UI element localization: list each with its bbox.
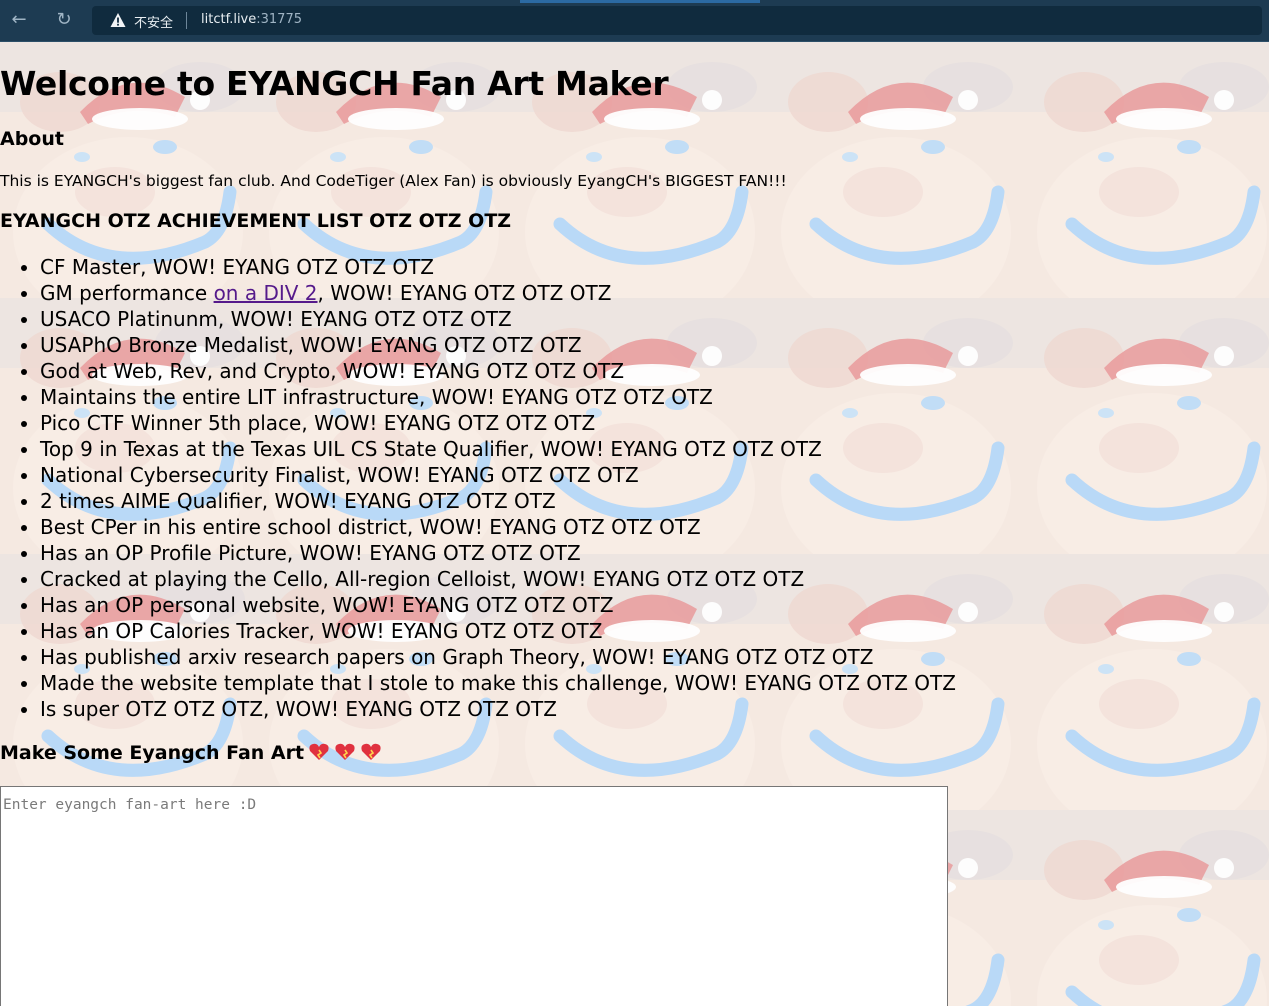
div2-link[interactable]: on a DIV 2: [214, 281, 318, 305]
fanart-heading-text: Make Some Eyangch Fan Art: [0, 742, 305, 764]
list-item: Has an OP Calories Tracker, WOW! EYANG O…: [40, 618, 956, 644]
back-arrow-icon[interactable]: ←: [9, 10, 29, 30]
list-item: 2 times AIME Qualifier, WOW! EYANG OTZ O…: [40, 488, 956, 514]
page-viewport: Welcome to EYANGCH Fan Art Maker About T…: [0, 42, 1269, 1006]
list-item: Cracked at playing the Cello, All-region…: [40, 566, 956, 592]
list-item: Has an OP personal website, WOW! EYANG O…: [40, 592, 956, 618]
achievements-heading: EYANGCH OTZ ACHIEVEMENT LIST OTZ OTZ OTZ: [0, 210, 512, 232]
list-item: Best CPer in his entire school district,…: [40, 514, 956, 540]
url-text[interactable]: litctf.live:31775: [201, 12, 302, 27]
url-port: :31775: [256, 12, 302, 27]
browser-toolbar: ← ↻ 不安全 litctf.live:31775: [0, 0, 1269, 42]
list-item: USAPhO Bronze Medalist, WOW! EYANG OTZ O…: [40, 332, 956, 358]
list-item: Is super OTZ OTZ OTZ, WOW! EYANG OTZ OTZ…: [40, 696, 956, 722]
sparkling-heart-icon: [309, 743, 381, 760]
list-item-text: , WOW! EYANG OTZ OTZ OTZ: [317, 281, 612, 305]
list-item: CF Master, WOW! EYANG OTZ OTZ OTZ: [40, 254, 956, 280]
active-tab-indicator: [520, 0, 760, 3]
list-item: Top 9 in Texas at the Texas UIL CS State…: [40, 436, 956, 462]
address-bar[interactable]: 不安全 litctf.live:31775: [92, 6, 1262, 35]
about-heading: About: [0, 128, 64, 150]
achievement-list: CF Master, WOW! EYANG OTZ OTZ OTZ GM per…: [0, 254, 956, 722]
list-item: Has published arxiv research papers on G…: [40, 644, 956, 670]
warning-icon: [110, 13, 126, 27]
list-item: National Cybersecurity Finalist, WOW! EY…: [40, 462, 956, 488]
list-item: GM performance on a DIV 2, WOW! EYANG OT…: [40, 280, 956, 306]
hearts-decoration: [308, 742, 384, 767]
list-item: Pico CTF Winner 5th place, WOW! EYANG OT…: [40, 410, 956, 436]
url-host: litctf.live: [201, 12, 257, 27]
list-item: USACO Platinunm, WOW! EYANG OTZ OTZ OTZ: [40, 306, 956, 332]
list-item: Maintains the entire LIT infrastructure,…: [40, 384, 956, 410]
fanart-input[interactable]: [0, 786, 948, 1006]
address-divider: [186, 12, 187, 29]
reload-icon[interactable]: ↻: [54, 10, 74, 30]
list-item: Made the website template that I stole t…: [40, 670, 956, 696]
fanart-heading: Make Some Eyangch Fan Art: [0, 742, 384, 767]
about-text: This is EYANGCH's biggest fan club. And …: [0, 172, 787, 190]
security-label[interactable]: 不安全: [134, 12, 173, 31]
list-item-text: GM performance: [40, 281, 214, 305]
list-item: God at Web, Rev, and Crypto, WOW! EYANG …: [40, 358, 956, 384]
page-title: Welcome to EYANGCH Fan Art Maker: [0, 64, 669, 103]
list-item: Has an OP Profile Picture, WOW! EYANG OT…: [40, 540, 956, 566]
